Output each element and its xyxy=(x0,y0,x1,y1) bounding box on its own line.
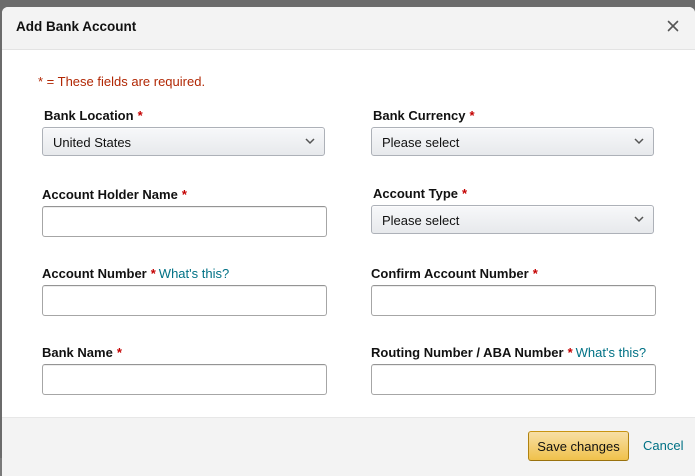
dialog-title: Add Bank Account xyxy=(16,19,137,34)
chevron-down-icon xyxy=(634,138,644,145)
confirm-account-number-label-text: Confirm Account Number xyxy=(371,266,529,281)
bank-currency-label: Bank Currency * xyxy=(373,108,475,123)
routing-number-label: Routing Number / ABA Number * What's this? xyxy=(371,345,646,360)
account-type-label: Account Type * xyxy=(373,186,467,201)
save-changes-button[interactable]: Save changes xyxy=(528,431,629,461)
save-changes-label: Save changes xyxy=(537,439,620,454)
required-star: * xyxy=(462,186,468,201)
bank-currency-value: Please select xyxy=(382,135,460,150)
chevron-down-icon xyxy=(305,138,315,145)
required-star: * xyxy=(567,345,573,360)
required-star: * xyxy=(150,266,156,281)
bank-location-select[interactable]: United States xyxy=(42,127,325,156)
bank-name-label: Bank Name * xyxy=(42,345,122,360)
account-type-label-text: Account Type xyxy=(373,186,458,201)
account-holder-name-input[interactable] xyxy=(42,206,327,237)
bank-name-input[interactable] xyxy=(42,364,327,395)
account-number-help-link[interactable]: What's this? xyxy=(159,266,229,281)
account-number-label-text: Account Number xyxy=(42,266,147,281)
add-bank-account-dialog: Add Bank Account * = These fields are re… xyxy=(2,7,695,476)
account-holder-name-label-text: Account Holder Name xyxy=(42,187,178,202)
required-star: * xyxy=(532,266,538,281)
required-star: * xyxy=(116,345,122,360)
dialog-footer: Save changes Cancel xyxy=(2,417,695,476)
confirm-account-number-input[interactable] xyxy=(371,285,656,316)
required-star: * xyxy=(137,108,143,123)
bank-location-label: Bank Location * xyxy=(44,108,143,123)
bank-name-label-text: Bank Name xyxy=(42,345,113,360)
routing-number-help-link[interactable]: What's this? xyxy=(576,345,646,360)
dialog-header: Add Bank Account xyxy=(2,7,695,50)
bank-currency-select[interactable]: Please select xyxy=(371,127,654,156)
account-number-input[interactable] xyxy=(42,285,327,316)
account-number-label: Account Number * What's this? xyxy=(42,266,229,281)
account-type-value: Please select xyxy=(382,213,460,228)
close-icon[interactable] xyxy=(664,17,682,35)
cancel-link[interactable]: Cancel xyxy=(643,438,683,453)
confirm-account-number-label: Confirm Account Number * xyxy=(371,266,538,281)
bank-location-label-text: Bank Location xyxy=(44,108,134,123)
bank-currency-label-text: Bank Currency xyxy=(373,108,466,123)
routing-number-input[interactable] xyxy=(371,364,656,395)
required-star: * xyxy=(469,108,475,123)
required-fields-note: * = These fields are required. xyxy=(38,74,206,89)
required-star: * xyxy=(181,187,187,202)
account-type-select[interactable]: Please select xyxy=(371,205,654,234)
chevron-down-icon xyxy=(634,216,644,223)
routing-number-label-text: Routing Number / ABA Number xyxy=(371,345,564,360)
account-holder-name-label: Account Holder Name * xyxy=(42,187,187,202)
bank-location-value: United States xyxy=(53,135,132,150)
